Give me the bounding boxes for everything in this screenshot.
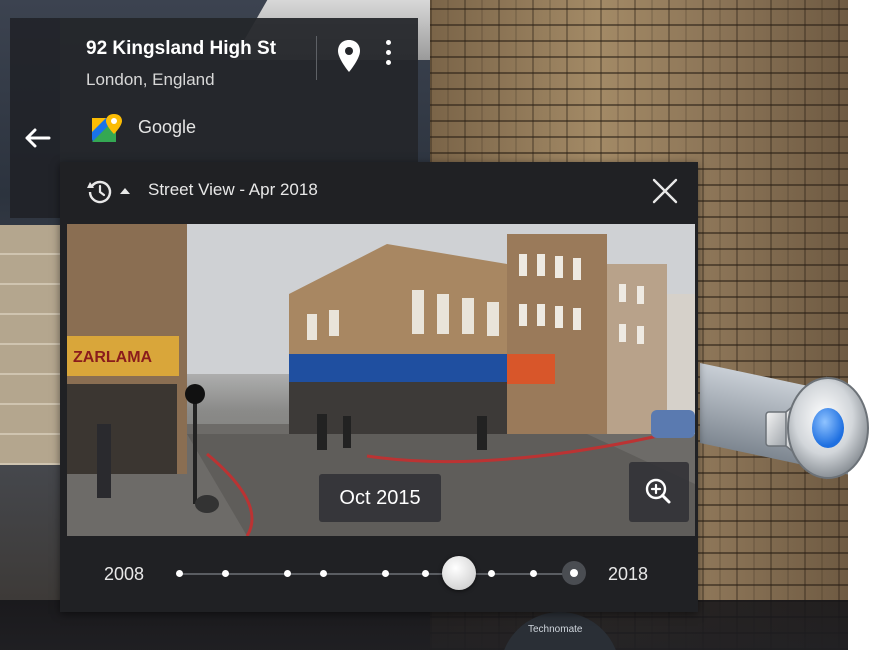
timeline-tick[interactable] xyxy=(284,570,291,577)
time-machine-panel: Street View - Apr 2018 ZARLAMA Oct 2015 … xyxy=(60,162,698,612)
historical-preview-image[interactable]: ZARLAMA Oct 2015 xyxy=(67,224,695,536)
speaker-audio-icon[interactable] xyxy=(764,372,871,484)
timeline-tick[interactable] xyxy=(222,570,229,577)
shop-sign-text: Technomate xyxy=(528,624,583,635)
timeline-tick-current[interactable] xyxy=(562,561,586,585)
zoom-in-icon[interactable] xyxy=(629,462,689,522)
timeline-track[interactable] xyxy=(178,573,578,575)
time-machine-header: Street View - Apr 2018 xyxy=(60,162,698,224)
caret-up-icon[interactable] xyxy=(120,188,130,194)
more-vert-icon[interactable] xyxy=(378,40,398,76)
arrow-left-icon[interactable] xyxy=(24,124,52,152)
timeline-tick[interactable] xyxy=(382,570,389,577)
time-machine-title: Street View - Apr 2018 xyxy=(148,180,318,199)
google-maps-logo-icon[interactable] xyxy=(92,114,122,144)
card-divider xyxy=(316,36,317,80)
preview-shop-sign-text: ZARLAMA xyxy=(73,349,153,366)
timeline-tick[interactable] xyxy=(176,570,183,577)
location-pin-icon[interactable] xyxy=(336,38,362,74)
timeline-tick[interactable] xyxy=(320,570,327,577)
source-label[interactable]: Google xyxy=(138,117,196,138)
timeline-slider[interactable]: 2008 2018 xyxy=(60,536,698,612)
timeline-tick[interactable] xyxy=(422,570,429,577)
back-strip xyxy=(10,18,60,218)
timeline-end-year: 2018 xyxy=(608,564,649,584)
address-subtitle: London, England xyxy=(86,70,215,89)
address-title: 92 Kingsland High St xyxy=(86,38,277,59)
preview-date-label: Oct 2015 xyxy=(319,474,441,522)
timeline-start-year: 2008 xyxy=(104,564,145,584)
timeline-tick[interactable] xyxy=(488,570,495,577)
timeline-thumb[interactable] xyxy=(442,556,476,590)
timeline-tick[interactable] xyxy=(530,570,537,577)
location-info-card: 92 Kingsland High St London, England Goo… xyxy=(60,18,418,162)
history-icon[interactable] xyxy=(86,178,114,206)
close-icon[interactable] xyxy=(650,176,680,206)
